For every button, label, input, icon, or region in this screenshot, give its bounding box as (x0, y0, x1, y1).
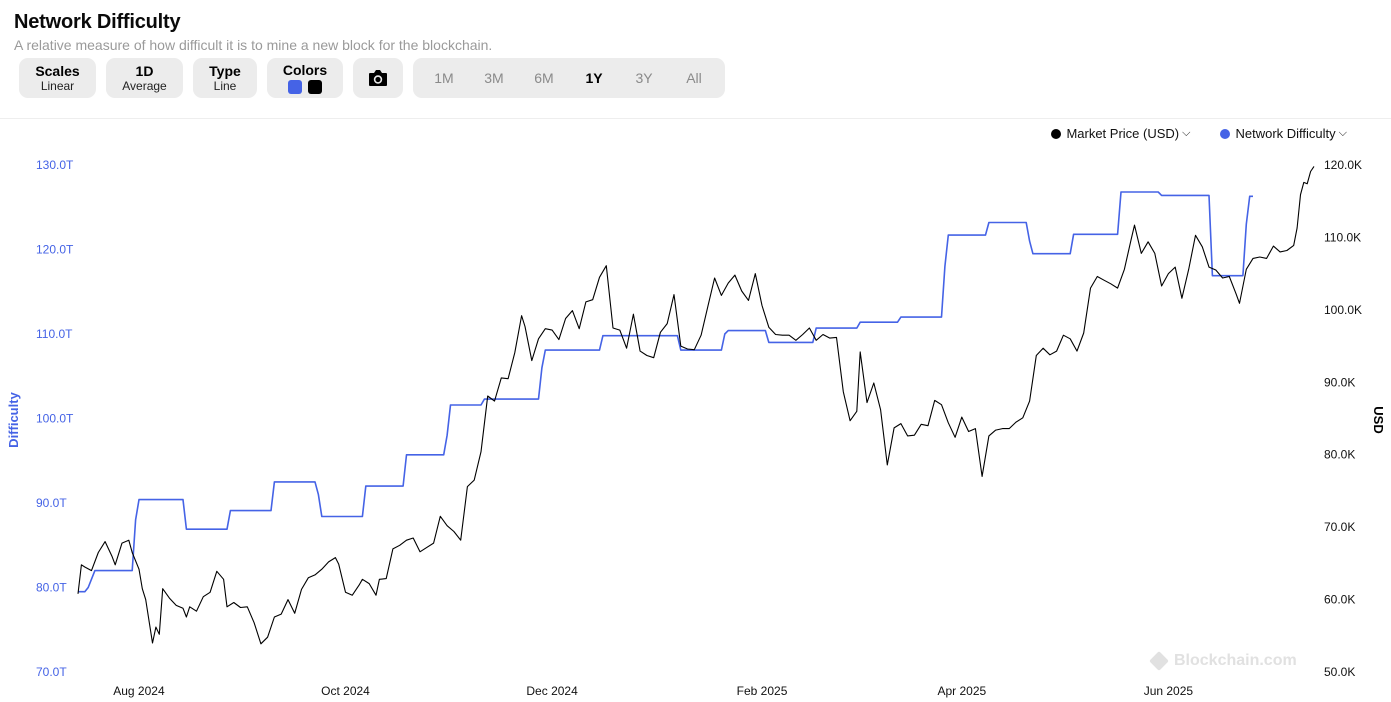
x-axis-tick-label: Oct 2024 (321, 684, 370, 698)
series-line-market-price (77, 166, 1315, 645)
right-axis-tick-label: 60.0K (1324, 593, 1355, 607)
series-layer (77, 166, 1315, 645)
chart-canvas[interactable]: 70.0T80.0T90.0T100.0T110.0T120.0T130.0T … (0, 0, 1391, 702)
watermark-text: Blockchain.com (1174, 652, 1297, 669)
left-axis-tick-label: 80.0T (36, 581, 67, 595)
right-axis-tick-label: 50.0K (1324, 665, 1355, 679)
right-axis-tick-label: 80.0K (1324, 448, 1355, 462)
x-axis-tick-label: Apr 2025 (937, 684, 986, 698)
series-line-network-difficulty (78, 191, 1253, 593)
left-axis-tick-label: 90.0T (36, 496, 67, 510)
right-axis-tick-label: 90.0K (1324, 375, 1355, 389)
left-axis-tick-label: 130.0T (36, 158, 74, 172)
right-axis-tick-label: 70.0K (1324, 520, 1355, 534)
right-axis-tick-label: 110.0K (1324, 230, 1361, 244)
right-axis-tick-label: 120.0K (1324, 158, 1362, 172)
left-axis-tick-label: 110.0T (36, 327, 73, 341)
blockchain-watermark: Blockchain.com (1149, 651, 1297, 671)
right-axis-ticks: 50.0K 60.0K 70.0K 80.0K 90.0K 100.0K 110.0K 120… (1324, 158, 1362, 679)
x-axis-tick-label: Dec 2024 (526, 684, 578, 698)
left-axis-tick-label: 70.0T (36, 665, 67, 679)
x-axis-tick-label: Aug 2024 (113, 684, 165, 698)
left-axis-ticks: 70.0T 80.0T 90.0T 100.0T 110.0T 120.0T 130.0T (36, 158, 74, 679)
blockchain-logo-icon (1149, 651, 1169, 671)
right-axis-title: USD (1371, 406, 1386, 433)
right-axis-tick-label: 100.0K (1324, 303, 1362, 317)
x-axis-tick-label: Feb 2025 (737, 684, 788, 698)
left-axis-tick-label: 120.0T (36, 243, 74, 257)
left-axis-tick-label: 100.0T (36, 412, 74, 426)
x-axis-tick-label: Jun 2025 (1144, 684, 1194, 698)
x-axis-ticks: Aug 2024 Oct 2024 Dec 2024 Feb 2025 Apr 2025… (113, 684, 1193, 698)
left-axis-title: Difficulty (6, 391, 21, 447)
